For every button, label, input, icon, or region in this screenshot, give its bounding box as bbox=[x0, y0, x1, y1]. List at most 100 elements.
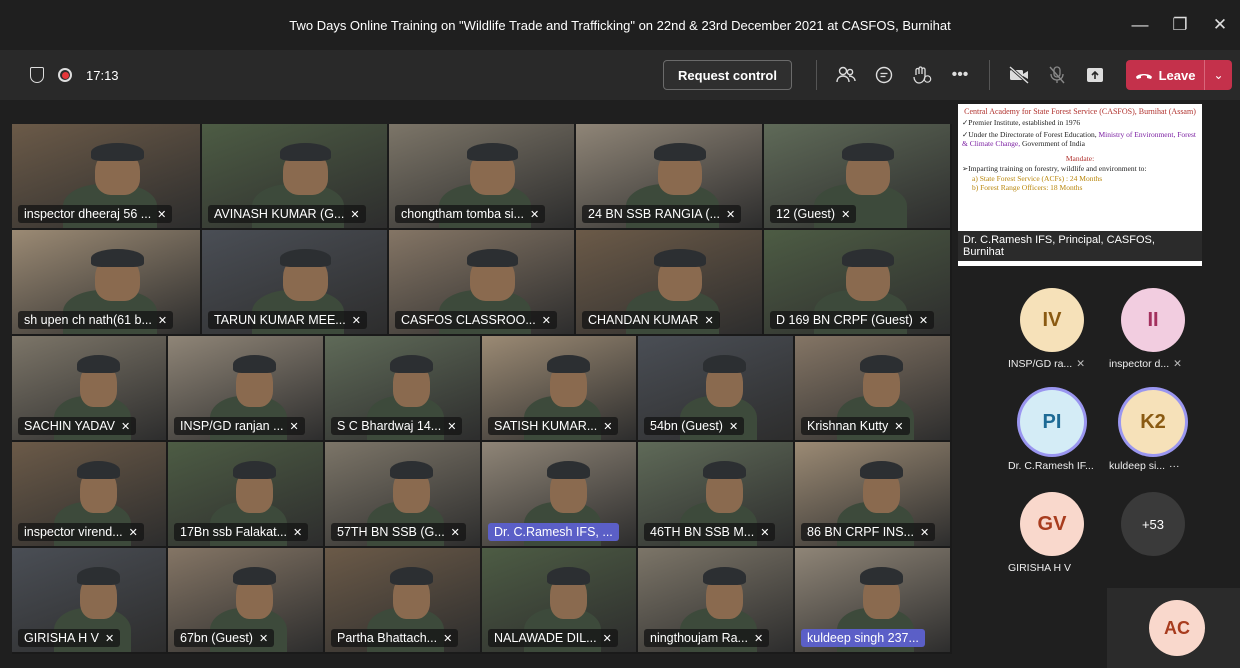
mic-muted-icon: ✕ bbox=[919, 526, 930, 539]
person-cap bbox=[76, 566, 120, 586]
participant-tile[interactable]: 54bn (Guest) ✕ bbox=[638, 336, 793, 440]
participant-tile[interactable]: SACHIN YADAV ✕ bbox=[12, 336, 166, 440]
person-cap bbox=[90, 248, 144, 268]
avatar[interactable]: IV bbox=[1020, 288, 1084, 352]
more-icon[interactable]: ··· bbox=[1169, 460, 1180, 472]
participant-name-text: 12 (Guest) bbox=[776, 207, 836, 221]
avatar[interactable]: GV bbox=[1020, 492, 1084, 556]
mic-muted-icon: ✕ bbox=[603, 420, 613, 433]
chat-icon[interactable] bbox=[865, 56, 903, 94]
leave-button[interactable]: Leave ⌄ bbox=[1126, 60, 1232, 90]
mic-off-icon[interactable] bbox=[1038, 56, 1076, 94]
share-icon[interactable] bbox=[1076, 56, 1114, 94]
self-view[interactable]: AC bbox=[1107, 588, 1240, 668]
participant-tile[interactable]: 46TH BN SSB M... ✕ bbox=[638, 442, 793, 546]
roster-name: Dr. C.Ramesh IF... bbox=[1008, 460, 1094, 472]
participant-name: AVINASH KUMAR (G... ✕ bbox=[208, 205, 366, 223]
avatar[interactable]: PI bbox=[1020, 390, 1084, 454]
participant-tile[interactable]: chongtham tomba si... ✕ bbox=[389, 124, 574, 228]
person-cap bbox=[390, 354, 434, 374]
avatar[interactable]: K2 bbox=[1121, 390, 1185, 454]
participant-tile[interactable]: 57TH BN SSB (G... ✕ bbox=[325, 442, 480, 546]
person-cap bbox=[76, 354, 120, 374]
participant-name-text: inspector virend... bbox=[24, 525, 123, 539]
participant-name: inspector virend... ✕ bbox=[18, 523, 144, 541]
mic-muted-icon: ✕ bbox=[918, 314, 929, 327]
participant-tile[interactable]: ningthoujam Ra... ✕ bbox=[638, 548, 793, 652]
participant-tile[interactable]: sh upen ch nath(61 b... ✕ bbox=[12, 230, 200, 334]
person-cap bbox=[233, 566, 277, 586]
participant-name: 12 (Guest) ✕ bbox=[770, 205, 857, 223]
participant-tile[interactable]: NALAWADE DIL... ✕ bbox=[482, 548, 636, 652]
participant-name: inspector dheeraj 56 ... ✕ bbox=[18, 205, 173, 223]
participant-tile[interactable]: 67bn (Guest) ✕ bbox=[168, 548, 323, 652]
roster-name-text: INSP/GD ra... bbox=[1008, 358, 1073, 370]
participant-name: 67bn (Guest) ✕ bbox=[174, 629, 275, 647]
participant-tile[interactable]: AVINASH KUMAR (G... ✕ bbox=[202, 124, 387, 228]
camera-off-icon[interactable] bbox=[1000, 56, 1038, 94]
roster-name-text: GIRISHA H V bbox=[1008, 562, 1072, 574]
participant-tile[interactable]: Krishnan Kutty ✕ bbox=[795, 336, 950, 440]
participant-tile[interactable]: CASFOS CLASSROO... ✕ bbox=[389, 230, 574, 334]
person-cap bbox=[279, 142, 332, 162]
participant-name: 46TH BN SSB M... ✕ bbox=[644, 523, 776, 541]
participant-name: SATISH KUMAR... ✕ bbox=[488, 417, 619, 435]
participant-tile[interactable]: Dr. C.Ramesh IFS, ... bbox=[482, 442, 636, 546]
reactions-icon[interactable] bbox=[903, 56, 941, 94]
participant-name: SACHIN YADAV ✕ bbox=[18, 417, 137, 435]
shared-line: ✓Premier Institute, established in 1976 bbox=[962, 117, 1081, 127]
participant-tile[interactable]: TARUN KUMAR MEE... ✕ bbox=[202, 230, 387, 334]
avatar-initials: IV bbox=[1042, 308, 1062, 331]
restore-icon[interactable]: ❐ bbox=[1160, 10, 1200, 40]
participant-name-text: 24 BN SSB RANGIA (... bbox=[588, 207, 720, 221]
video-grid: inspector dheeraj 56 ... ✕ AVINASH KUMAR (… bbox=[12, 124, 952, 654]
participant-tile[interactable]: S C Bhardwaj 14... ✕ bbox=[325, 336, 480, 440]
participant-name: 54bn (Guest) ✕ bbox=[644, 417, 745, 435]
person-cap bbox=[546, 460, 590, 480]
participant-tile[interactable]: GIRISHA H V ✕ bbox=[12, 548, 166, 652]
shared-content[interactable]: Central Academy for State Forest Service… bbox=[958, 104, 1202, 266]
participant-tile[interactable]: kuldeep singh 237... bbox=[795, 548, 950, 652]
person-cap bbox=[233, 460, 277, 480]
leave-main[interactable]: Leave bbox=[1126, 68, 1204, 83]
participant-tile[interactable]: 86 BN CRPF INS... ✕ bbox=[795, 442, 950, 546]
person-cap bbox=[546, 566, 590, 586]
mic-muted-icon: ✕ bbox=[541, 314, 551, 327]
minimize-icon[interactable]: — bbox=[1120, 10, 1160, 40]
shared-title: Central Academy for State Forest Service… bbox=[964, 107, 1196, 116]
participant-tile[interactable]: Partha Bhattach... ✕ bbox=[325, 548, 480, 652]
participant-name: CASFOS CLASSROO... ✕ bbox=[395, 311, 557, 329]
shared-mandate: Mandate: bbox=[1065, 153, 1095, 163]
participant-name-text: CHANDAN KUMAR bbox=[588, 313, 699, 327]
participant-name: 57TH BN SSB (G... ✕ bbox=[331, 523, 466, 541]
participant-tile[interactable]: 12 (Guest) ✕ bbox=[764, 124, 950, 228]
chevron-down-icon[interactable]: ⌄ bbox=[1204, 60, 1232, 90]
participant-tile[interactable]: 24 BN SSB RANGIA (... ✕ bbox=[576, 124, 762, 228]
avatar[interactable]: II bbox=[1121, 288, 1185, 352]
person-cap bbox=[390, 566, 434, 586]
mic-muted-icon: ✕ bbox=[443, 632, 453, 645]
participant-name-text: inspector dheeraj 56 ... bbox=[24, 207, 152, 221]
more-icon[interactable]: ••• bbox=[941, 56, 979, 94]
participant-tile[interactable]: INSP/GD ranjan ... ✕ bbox=[168, 336, 323, 440]
participant-name: kuldeep singh 237... bbox=[801, 629, 925, 647]
avatar[interactable]: +53 bbox=[1121, 492, 1185, 556]
participant-name: GIRISHA H V ✕ bbox=[18, 629, 121, 647]
participant-tile[interactable]: inspector dheeraj 56 ... ✕ bbox=[12, 124, 200, 228]
participant-tile[interactable]: 17Bn ssb Falakat... ✕ bbox=[168, 442, 323, 546]
participant-tile[interactable]: CHANDAN KUMAR ✕ bbox=[576, 230, 762, 334]
participant-tile[interactable]: inspector virend... ✕ bbox=[12, 442, 166, 546]
participant-tile[interactable]: D 169 BN CRPF (Guest) ✕ bbox=[764, 230, 950, 334]
participant-tile[interactable]: SATISH KUMAR... ✕ bbox=[482, 336, 636, 440]
shield-icon bbox=[30, 67, 44, 83]
window-controls: — ❐ ✕ bbox=[1120, 0, 1240, 50]
mic-muted-icon: ✕ bbox=[293, 526, 303, 539]
participant-name-text: kuldeep singh 237... bbox=[807, 631, 919, 645]
phone-icon bbox=[1135, 74, 1152, 79]
close-icon[interactable]: ✕ bbox=[1200, 10, 1240, 40]
mic-muted-icon: ✕ bbox=[157, 208, 167, 221]
request-control-button[interactable]: Request control bbox=[663, 60, 792, 90]
people-icon[interactable] bbox=[827, 56, 865, 94]
participant-name-text: SACHIN YADAV bbox=[24, 419, 115, 433]
mic-muted-icon: ✕ bbox=[529, 208, 540, 221]
